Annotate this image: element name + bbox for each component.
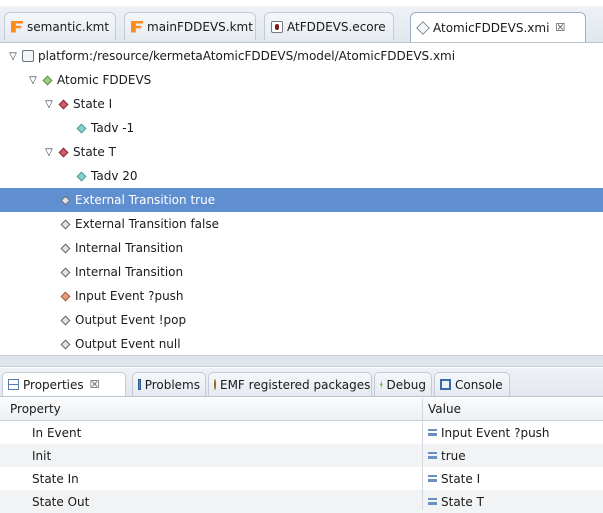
tab-atfddevs-ecore[interactable]: AtFDDEVS.ecore — [264, 12, 394, 40]
tree-item-label: Internal Transition — [75, 241, 184, 255]
debug-icon — [380, 379, 383, 390]
property-value[interactable]: State T — [428, 495, 484, 509]
tree-item-label: Tadv 20 — [91, 169, 138, 183]
state-icon — [58, 147, 69, 157]
ecore-file-icon — [271, 20, 283, 33]
tree-item-resource[interactable]: ▽ platform:/resource/kermetaAtomicFDDEVS… — [0, 44, 603, 68]
xmi-resource-icon — [22, 50, 34, 62]
collapse-arrow-icon[interactable]: ▽ — [28, 75, 38, 86]
console-icon — [440, 379, 451, 390]
property-row-in-event[interactable]: In Event Input Event ?push — [0, 421, 603, 444]
property-name: State In — [32, 471, 79, 486]
tree-item-label: External Transition true — [75, 193, 216, 207]
event-icon — [60, 339, 71, 349]
tab-label: AtFDDEVS.ecore — [287, 19, 386, 34]
tree-item-label: Output Event !pop — [75, 313, 187, 327]
attribute-icon — [76, 123, 87, 133]
tab-atomicfddevs-xmi[interactable]: AtomicFDDEVS.xmi ☒ — [410, 12, 586, 42]
tree-item-output-event[interactable]: Output Event !pop — [0, 308, 603, 332]
tree-item-label: State I — [73, 97, 113, 111]
tree-item-label: Internal Transition — [75, 265, 184, 279]
tree-item-internal-transition[interactable]: Internal Transition — [0, 260, 603, 284]
tab-mainfddevs-kmt[interactable]: mainFDDEVS.kmt — [124, 12, 256, 40]
property-name: State Out — [32, 494, 90, 509]
attribute-icon — [76, 171, 87, 181]
kermeta-file-icon — [11, 20, 23, 33]
tree-item-root[interactable]: ▽ Atomic FDDEVS — [0, 68, 603, 92]
collapse-arrow-icon[interactable]: ▽ — [8, 51, 18, 62]
tab-label: AtomicFDDEVS.xmi — [433, 20, 550, 35]
tab-emf-registered-packages[interactable]: EMF registered packages — [208, 372, 372, 396]
property-value[interactable]: true — [428, 449, 466, 463]
tree-item-external-transition[interactable]: External Transition false — [0, 212, 603, 236]
event-icon — [60, 291, 71, 301]
tree-item-output-event[interactable]: Output Event null — [0, 332, 603, 356]
tree-item-label: External Transition false — [75, 217, 219, 231]
tree-item-label: Output Event null — [75, 337, 181, 351]
tab-label: Problems — [144, 377, 200, 392]
problems-icon — [138, 379, 141, 390]
value-list-icon — [428, 475, 437, 482]
xmi-file-icon — [416, 20, 430, 35]
property-value[interactable]: State I — [428, 472, 480, 486]
view-tab-bar: Properties ☒ Problems EMF registered pac… — [0, 368, 603, 397]
tab-semantic-kmt[interactable]: semantic.kmt — [4, 12, 116, 40]
tree-item-label: Tadv -1 — [91, 121, 135, 135]
tab-console[interactable]: Console — [434, 372, 510, 396]
state-icon — [58, 99, 69, 109]
table-header: Property Value — [0, 398, 603, 421]
tab-debug[interactable]: Debug — [374, 372, 432, 396]
kermeta-file-icon — [131, 20, 143, 33]
property-value-text: State T — [441, 494, 484, 509]
tab-problems[interactable]: Problems — [132, 372, 206, 396]
tree-item-label: platform:/resource/kermetaAtomicFDDEVS/m… — [38, 49, 456, 63]
close-tab-icon[interactable]: ☒ — [555, 21, 565, 34]
collapse-arrow-icon[interactable]: ▽ — [44, 99, 54, 110]
tab-label: Properties — [23, 377, 84, 392]
property-value-text: Input Event ?push — [441, 425, 550, 440]
tree-item-state-i[interactable]: ▽ State I — [0, 92, 603, 116]
tree-item-tadv[interactable]: Tadv 20 — [0, 164, 603, 188]
tree-item-label: Input Event ?push — [75, 289, 184, 303]
property-name: In Event — [32, 425, 82, 440]
tab-label: Debug — [386, 377, 426, 392]
tab-properties[interactable]: Properties ☒ — [2, 372, 126, 396]
panel-sash[interactable] — [0, 355, 603, 367]
tree-item-input-event[interactable]: Input Event ?push — [0, 284, 603, 308]
transition-icon — [60, 195, 71, 205]
collapse-arrow-icon[interactable]: ▽ — [44, 147, 54, 158]
tree-item-external-transition[interactable]: External Transition true — [0, 188, 603, 212]
tree-item-label: State T — [73, 145, 116, 159]
value-list-icon — [428, 429, 437, 436]
transition-icon — [60, 267, 71, 277]
transition-icon — [60, 219, 71, 229]
transition-icon — [60, 243, 71, 253]
tab-label: Console — [455, 377, 503, 392]
tab-label: mainFDDEVS.kmt — [147, 19, 253, 34]
column-header-value[interactable]: Value — [428, 402, 461, 416]
property-value-text: true — [441, 448, 466, 463]
column-header-property[interactable]: Property — [10, 402, 61, 416]
emf-packages-icon — [214, 379, 216, 390]
property-value-text: State I — [441, 471, 481, 486]
close-tab-icon[interactable]: ☒ — [90, 378, 100, 391]
tab-label: EMF registered packages — [220, 377, 371, 392]
tab-label: semantic.kmt — [27, 19, 110, 34]
model-object-icon — [42, 75, 53, 85]
property-row-state-in[interactable]: State In State I — [0, 467, 603, 490]
tree-item-state-t[interactable]: ▽ State T — [0, 140, 603, 164]
property-name: Init — [32, 448, 52, 463]
column-divider[interactable] — [422, 398, 423, 510]
tree-item-tadv[interactable]: Tadv -1 — [0, 116, 603, 140]
value-list-icon — [428, 498, 437, 505]
property-value[interactable]: Input Event ?push — [428, 426, 550, 440]
tree-item-internal-transition[interactable]: Internal Transition — [0, 236, 603, 260]
property-row-init[interactable]: Init true — [0, 444, 603, 467]
tree-item-label: Atomic FDDEVS — [57, 73, 152, 87]
properties-icon — [8, 379, 19, 390]
value-list-icon — [428, 452, 437, 459]
editor-tab-bar: semantic.kmt mainFDDEVS.kmt AtFDDEVS.eco… — [0, 6, 603, 43]
event-icon — [60, 315, 71, 325]
